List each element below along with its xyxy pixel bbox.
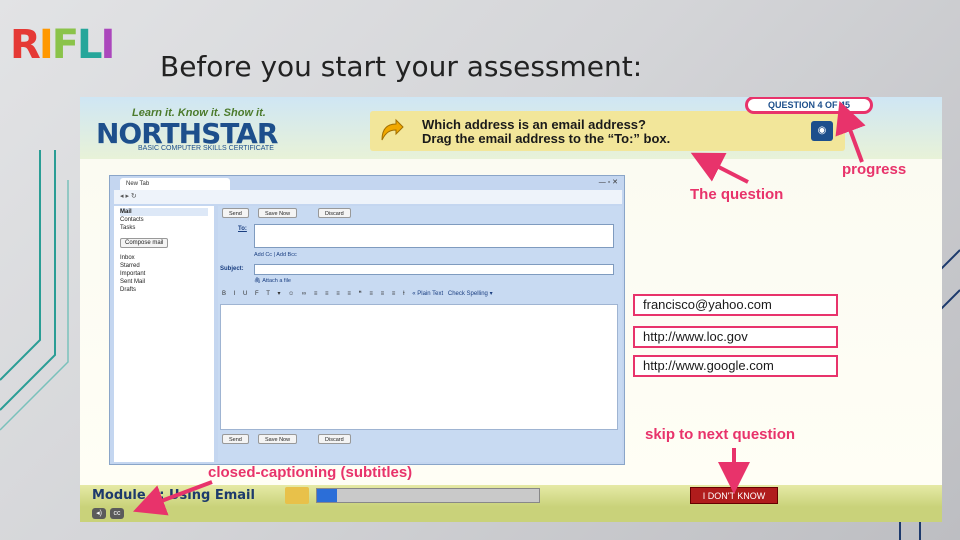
northstar-subtitle: BASIC COMPUTER SKILLS CERTIFICATE [138, 145, 274, 152]
send-button-bottom[interactable]: Send [222, 434, 249, 444]
annotation-captions: closed-captioning (subtitles) [208, 464, 413, 481]
annotation-question: The question [690, 186, 784, 203]
decorative-lines-left [0, 150, 69, 431]
to-label[interactable]: To: [238, 226, 247, 232]
compose-pane: Send Save Now Discard To: Add Cc | Add B… [218, 206, 622, 462]
send-button[interactable]: Send [222, 208, 249, 218]
save-now-button[interactable]: Save Now [258, 208, 298, 218]
audio-help-icon[interactable]: ◉ [811, 121, 833, 141]
annotation-progress: progress [842, 161, 907, 178]
folder-icon [285, 487, 309, 504]
answer-option[interactable]: francisco@yahoo.com [633, 294, 838, 316]
curved-arrow-icon [381, 118, 404, 141]
rifli-logo: RIFLI [10, 22, 115, 68]
question-counter: QUESTION 4 OF 45 [745, 97, 873, 114]
compose-mail-button[interactable]: Compose mail [120, 238, 169, 248]
northstar-header: Learn it. Know it. Show it. NORTHSTAR BA… [80, 97, 942, 159]
module-footer: Module 4: Using Email I DON'T KNOW [80, 485, 942, 507]
message-body[interactable] [220, 304, 618, 430]
window-controls[interactable]: — ▫ ✕ [599, 178, 618, 186]
question-box: Which address is an email address? Drag … [370, 111, 845, 151]
folder-sent[interactable]: Sent Mail [120, 278, 208, 286]
audio-icon[interactable]: ◂) [92, 508, 106, 519]
module-progress-fill [317, 489, 337, 502]
sidebar-item-mail[interactable]: Mail [120, 208, 208, 216]
attach-file-link[interactable]: 🖇 Attach a file [254, 278, 291, 284]
module-progress-bar [316, 488, 540, 503]
save-now-button-bottom[interactable]: Save Now [258, 434, 298, 444]
question-text: Which address is an email address? Drag … [422, 117, 671, 146]
format-toolbar[interactable]: B I U F T ▾ ☺ ∞ ≡ ≡ ≡ ≡ ❝ ≡ ≡ ≡ Ɨ « Plai… [222, 290, 614, 300]
folder-inbox[interactable]: Inbox [120, 254, 208, 262]
browser-tab[interactable]: New Tab [120, 178, 230, 190]
add-cc-bcc-link[interactable]: Add Cc | Add Bcc [254, 252, 297, 258]
sidebar-item-contacts[interactable]: Contacts [120, 216, 208, 224]
folder-starred[interactable]: Starred [120, 262, 208, 270]
discard-button-bottom[interactable]: Discard [318, 434, 351, 444]
browser-window: New Tab — ▫ ✕ ◂ ▸ ↻ Mail Contacts Tasks … [109, 175, 625, 465]
module-title: Module 4: Using Email [92, 488, 255, 503]
browser-nav-bar: ◂ ▸ ↻ [114, 190, 622, 204]
dont-know-button[interactable]: I DON'T KNOW [690, 487, 778, 504]
mail-sidebar: Mail Contacts Tasks Compose mail Inbox S… [114, 206, 214, 462]
answer-option[interactable]: http://www.loc.gov [633, 326, 838, 348]
closed-caption-icon[interactable]: cc [110, 508, 124, 519]
discard-button[interactable]: Discard [318, 208, 351, 218]
slide-title: Before you start your assessment: [160, 50, 643, 83]
controls-bar: ◂) cc [80, 507, 942, 522]
annotation-skip: skip to next question [645, 426, 796, 443]
sidebar-item-tasks[interactable]: Tasks [120, 224, 208, 232]
to-field[interactable] [254, 224, 614, 248]
answer-option[interactable]: http://www.google.com [633, 355, 838, 377]
folder-drafts[interactable]: Drafts [120, 286, 208, 294]
subject-label: Subject: [220, 266, 244, 272]
northstar-screenshot: Learn it. Know it. Show it. NORTHSTAR BA… [80, 97, 942, 522]
folder-important[interactable]: Important [120, 270, 208, 278]
subject-field[interactable] [254, 264, 614, 275]
